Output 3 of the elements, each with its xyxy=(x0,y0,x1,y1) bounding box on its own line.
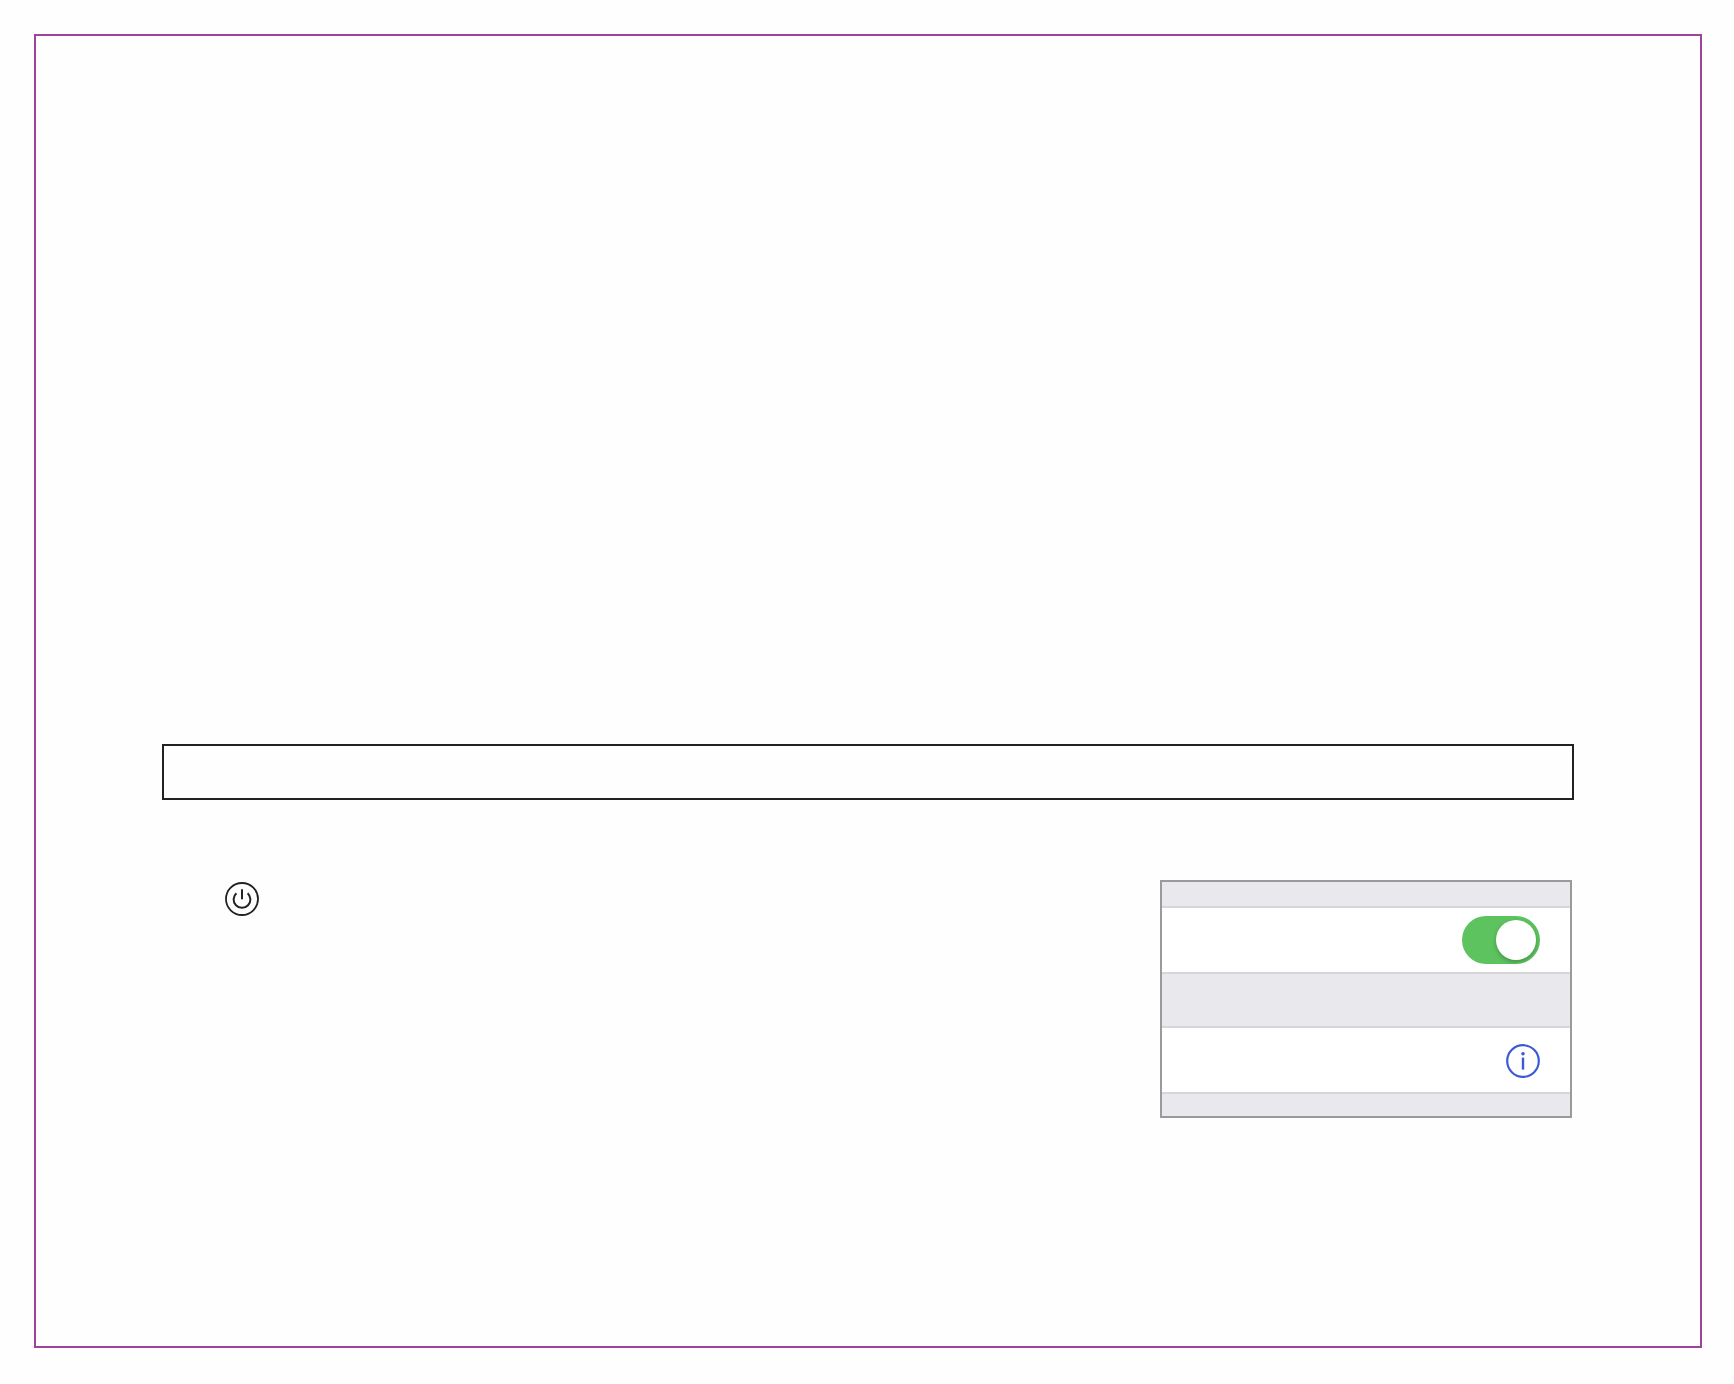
info-icon[interactable] xyxy=(1506,1043,1540,1077)
power-icon xyxy=(224,882,260,916)
toggle-switch[interactable] xyxy=(1462,916,1540,964)
